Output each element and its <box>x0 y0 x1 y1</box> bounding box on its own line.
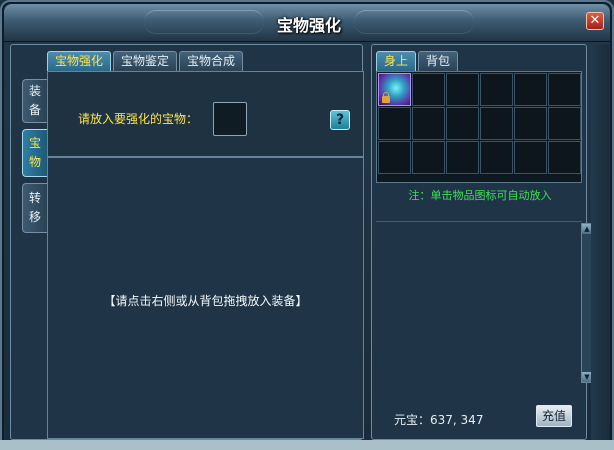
crystal-treasure-icon[interactable] <box>378 73 411 106</box>
auto-place-note: 注：单击物品图标可自动放入 <box>408 189 552 202</box>
inventory-slot[interactable] <box>480 73 513 106</box>
currency-display: 元宝：637, 347 <box>394 411 483 428</box>
enhance-prompt: 请放入要强化的宝物： <box>78 112 199 126</box>
close-button[interactable]: ✕ <box>586 12 604 30</box>
tab-backpack[interactable]: 背包 <box>418 51 459 71</box>
lock-icon <box>382 92 390 103</box>
enhance-input-area: 请放入要强化的宝物： ? <box>47 71 364 157</box>
currency-label: 元宝： <box>394 413 431 427</box>
inventory-slot[interactable] <box>548 141 581 174</box>
inventory-slot[interactable] <box>412 73 445 106</box>
inventory-slot[interactable] <box>446 141 479 174</box>
right-edge-frame <box>591 44 609 440</box>
tab-treasure-identify[interactable]: 宝物鉴定 <box>113 51 178 71</box>
window-title: 宝物强化 <box>276 16 341 35</box>
function-tabs: 宝物强化 宝物鉴定 宝物合成 <box>47 51 244 71</box>
help-button[interactable]: ? <box>330 110 350 130</box>
side-tab-treasure[interactable]: 宝 物 <box>22 129 47 177</box>
inventory-slot[interactable] <box>548 107 581 140</box>
inventory-tabs: 身上 背包 <box>376 51 459 71</box>
drag-hint: 【请点击右侧或从背包拖拽放入装备】 <box>103 294 308 308</box>
inventory-grid-frame <box>376 71 582 183</box>
tab-treasure-combine[interactable]: 宝物合成 <box>179 51 244 71</box>
inventory-panel: 身上 背包 注：单击物品图标可自动放入 ▲ ▼ 元宝：637, 347 充值 <box>371 44 593 440</box>
tab-treasure-enhance[interactable]: 宝物强化 <box>47 51 112 71</box>
inventory-slot[interactable] <box>378 141 411 174</box>
currency-value: 637, 347 <box>430 413 484 427</box>
inventory-slot[interactable] <box>412 107 445 140</box>
inventory-slot[interactable] <box>480 107 513 140</box>
enhance-content-area: 【请点击右侧或从背包拖拽放入装备】 <box>47 157 364 439</box>
inventory-slot[interactable] <box>446 107 479 140</box>
recharge-button[interactable]: 充值 <box>536 405 572 427</box>
inventory-slot[interactable] <box>480 141 513 174</box>
enhance-panel: 宝物强化 宝物鉴定 宝物合成 装 备 宝 物 转 移 请放入要强化的宝物： ? … <box>10 44 364 440</box>
side-tab-equipment[interactable]: 装 备 <box>22 79 47 123</box>
treasure-enhance-window: 宝物强化 ✕ 宝物强化 宝物鉴定 宝物合成 装 备 宝 物 转 移 请放入要强化… <box>0 0 614 450</box>
inventory-slot[interactable] <box>412 141 445 174</box>
inventory-slot[interactable] <box>514 107 547 140</box>
inventory-grid <box>378 73 581 174</box>
item-list-area <box>376 221 582 385</box>
title-bar[interactable]: 宝物强化 ✕ <box>4 4 610 42</box>
treasure-drop-slot[interactable] <box>213 102 247 136</box>
background-strip <box>0 440 614 450</box>
inventory-slot[interactable] <box>514 141 547 174</box>
inventory-slot[interactable] <box>446 73 479 106</box>
inventory-slot[interactable] <box>548 73 581 106</box>
inventory-slot[interactable] <box>378 107 411 140</box>
inventory-slot[interactable] <box>514 73 547 106</box>
tab-equipped[interactable]: 身上 <box>376 51 417 71</box>
side-tab-transfer[interactable]: 转 移 <box>22 183 47 233</box>
